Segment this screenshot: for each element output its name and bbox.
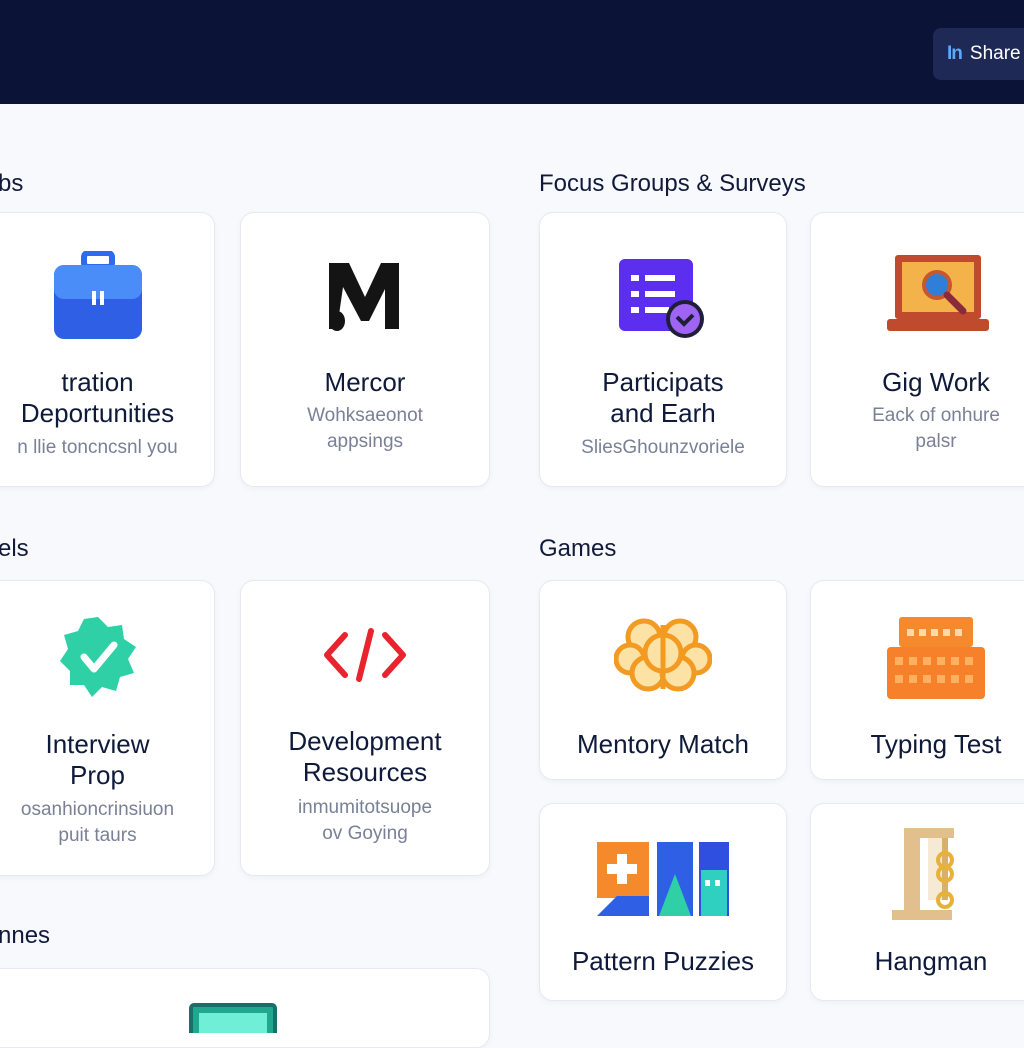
- section-title-tools: els: [0, 535, 29, 562]
- card-interview-prep[interactable]: Interview Prop osanhioncrinsiuon puit ta…: [0, 580, 215, 876]
- card-description: Eack of onhure palsr: [872, 405, 1000, 452]
- card-participants-earn[interactable]: Participats and Earh SliesGhounzvoriele: [539, 212, 787, 487]
- card-registration-opportunities[interactable]: tration Deportunities n llie toncncsnl y…: [0, 212, 215, 487]
- card-gig-work[interactable]: Gig Work Eack of onhure palsr: [810, 212, 1024, 487]
- section-title-focus-groups: Focus Groups & Surveys: [539, 170, 806, 197]
- app-window-icon: [189, 1003, 277, 1033]
- mercor-logo-icon: [329, 263, 399, 331]
- card-title: Pattern Puzzies: [571, 946, 755, 976]
- share-button[interactable]: In Share: [933, 28, 1024, 80]
- card-description: n llie toncncsnl you: [17, 437, 178, 458]
- card-partial-bottom[interactable]: [0, 968, 490, 1048]
- puzzle-blocks-icon: [597, 842, 729, 916]
- gallows-icon: [892, 828, 954, 920]
- card-hangman[interactable]: Hangman: [810, 803, 1024, 1001]
- card-title: tration Deportunities: [20, 367, 175, 428]
- card-title: Hangman: [874, 946, 988, 976]
- survey-list-icon: [619, 259, 704, 338]
- section-title-games: Games: [539, 535, 617, 562]
- briefcase-icon: [53, 251, 142, 339]
- card-description: inmumitotsuope ov Goying: [297, 797, 433, 844]
- brain-icon: [614, 618, 712, 692]
- card-typing-test[interactable]: Typing Test: [810, 580, 1024, 780]
- section-title-more: nnes: [0, 922, 51, 949]
- keyboard-icon: [887, 617, 985, 699]
- card-title: Participats and Earh: [602, 367, 724, 428]
- card-mercor[interactable]: Mercor Wohksaeonot appsings: [240, 212, 490, 487]
- card-title: Development Resources: [288, 726, 442, 787]
- card-description: SliesGhounzvoriele: [581, 437, 745, 458]
- card-title: Gig Work: [882, 367, 990, 397]
- laptop-search-icon: [887, 255, 989, 331]
- share-logo-icon: In: [947, 43, 963, 64]
- card-title: Mercor: [324, 367, 406, 397]
- code-icon: [324, 628, 406, 682]
- share-label: Share: [969, 43, 1021, 64]
- section-title-jobs: bs: [0, 170, 24, 197]
- card-title: Mentory Match: [577, 729, 749, 759]
- card-development-resources[interactable]: Development Resources inmumitotsuope ov …: [240, 580, 490, 876]
- card-title: Interview Prop: [45, 729, 150, 790]
- card-memory-match[interactable]: Mentory Match: [539, 580, 787, 780]
- card-title: Typing Test: [870, 729, 1002, 759]
- verified-badge-icon: [59, 617, 136, 697]
- top-header: In Share: [0, 0, 1024, 104]
- card-pattern-puzzles[interactable]: Pattern Puzzies: [539, 803, 787, 1001]
- card-description: osanhioncrinsiuon puit taurs: [20, 799, 175, 846]
- card-description: Wohksaeonot appsings: [307, 405, 423, 452]
